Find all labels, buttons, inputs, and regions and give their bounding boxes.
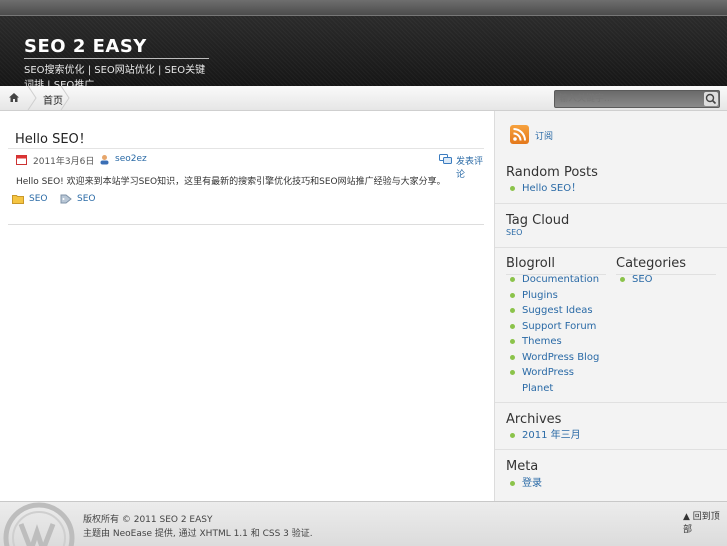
comment-icon [439, 154, 452, 164]
list-item[interactable]: 登录 [506, 476, 542, 492]
post-category-link[interactable]: SEO [29, 194, 47, 204]
bullet-icon [620, 277, 625, 282]
site-title[interactable]: SEO 2 EASY [24, 36, 147, 57]
folder-icon [12, 195, 24, 204]
post-tag-link[interactable]: SEO [77, 194, 95, 204]
footer-copyright: 版权所有 © 2011 SEO 2 EASY [83, 515, 213, 525]
search-box [554, 90, 720, 108]
list-item[interactable]: Hello SEO！ [506, 181, 581, 197]
bullet-icon [510, 277, 515, 282]
list-item[interactable]: Plugins [506, 288, 606, 304]
search-button[interactable] [704, 92, 718, 106]
tag-icon [60, 194, 72, 204]
random-posts-list: Hello SEO！ [506, 181, 581, 197]
bullet-icon [510, 339, 515, 344]
nav-separator-icon [27, 86, 37, 110]
bullet-icon [510, 433, 515, 438]
list-item[interactable]: Documentation [506, 272, 606, 288]
widget-divider [495, 247, 727, 248]
tag-cloud-title: Tag Cloud [506, 213, 570, 228]
bullet-icon [510, 323, 515, 329]
archives-title: Archives [506, 412, 562, 427]
back-to-top-link[interactable]: ▲ 回到顶部 [683, 509, 727, 535]
list-item[interactable]: Suggest Ideas [506, 303, 606, 319]
rss-icon[interactable] [510, 125, 529, 144]
list-item[interactable]: WordPress Planet [506, 365, 606, 396]
meta-title: Meta [506, 459, 539, 474]
tag-cloud-link[interactable]: SEO [506, 228, 522, 237]
list-item[interactable]: SEO [616, 272, 653, 288]
post-body: Hello SEO! 欢迎来到本站学习SEO知识，这里有最新的搜索引擎优化技巧和… [16, 177, 446, 187]
nav-separator-icon [60, 86, 70, 110]
post-author-link[interactable]: seo2ez [115, 154, 147, 164]
blogroll-list: Documentation Plugins Suggest Ideas Supp… [506, 272, 606, 396]
search-input[interactable] [557, 92, 701, 105]
home-button[interactable] [0, 86, 30, 110]
bullet-icon [510, 370, 515, 375]
widget-divider [495, 203, 727, 204]
list-item[interactable]: Themes [506, 334, 606, 350]
user-icon [100, 155, 109, 165]
wordpress-logo-icon [3, 502, 75, 546]
post-divider [8, 224, 484, 225]
top-strip [0, 0, 727, 15]
archives-list: 2011 年三月 [506, 428, 581, 444]
list-item[interactable]: 2011 年三月 [506, 428, 581, 444]
bullet-icon [510, 308, 515, 313]
footer-powered-by: 主题由 NeoEase 提供, 通过 XHTML 1.1 和 CSS 3 验证. [83, 529, 313, 539]
meta-list: 登录 [506, 476, 542, 492]
search-icon [705, 93, 717, 105]
list-item[interactable]: Support Forum [506, 319, 606, 335]
bullet-icon [510, 186, 515, 191]
post-meta: 2011年3月6日 seo2ez 发表评论 [8, 148, 484, 180]
site-header: SEO 2 EASY SEO搜索优化 | SEO网站优化 | SEO关键词排 |… [0, 15, 727, 91]
calendar-icon [16, 155, 27, 165]
widget-divider [495, 402, 727, 403]
categories-list: SEO [616, 272, 653, 288]
bullet-icon [510, 292, 515, 298]
list-item[interactable]: WordPress Blog [506, 350, 606, 366]
post-comment-link[interactable]: 发表评论 [456, 154, 484, 180]
home-icon [9, 93, 19, 102]
blogroll-title: Blogroll [506, 256, 555, 271]
post-title[interactable]: Hello SEO！ [15, 128, 92, 147]
sidebar: 订阅 Random Posts Hello SEO！ Tag Cloud SEO… [494, 111, 727, 501]
post-date: 2011年3月6日 [33, 157, 95, 167]
site-footer: 版权所有 © 2011 SEO 2 EASY 主题由 NeoEase 提供, 通… [0, 501, 727, 546]
rss-subscribe-link[interactable]: 订阅 [535, 129, 553, 142]
random-posts-title: Random Posts [506, 165, 598, 180]
bullet-icon [510, 354, 515, 360]
widget-divider [495, 449, 727, 450]
bullet-icon [510, 481, 515, 486]
categories-title: Categories [616, 256, 687, 271]
